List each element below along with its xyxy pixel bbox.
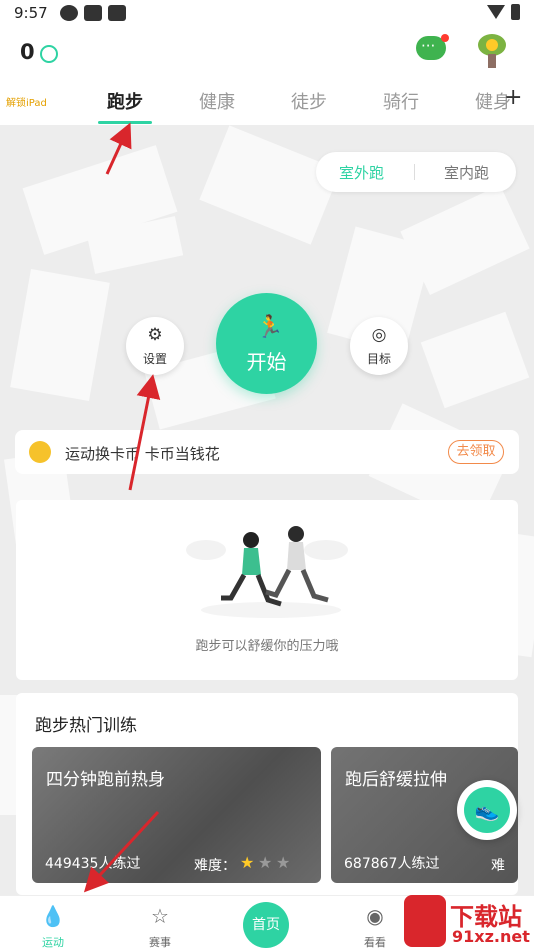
nav-sport[interactable]: 💧 运动: [23, 896, 83, 951]
site-watermark: 下载站 91xz.net: [404, 893, 534, 950]
card-count: 687867人练过: [344, 856, 440, 872]
app-notification-icon: [60, 5, 78, 21]
star-filled-icon: ★: [240, 853, 255, 872]
empty-state-card: 跑步可以舒缓你的压力哦: [16, 500, 518, 680]
start-button[interactable]: 🏃 开始: [216, 293, 317, 394]
run-mode-toggle: 室外跑 室内跑: [316, 152, 516, 192]
tab-running[interactable]: 跑步: [107, 88, 143, 114]
gear-icon: ⚙: [147, 325, 163, 345]
droplet-icon: 💧: [40, 904, 66, 928]
watermark-logo: [404, 895, 446, 947]
notification-dot: [441, 34, 449, 42]
hot-training-section: 跑步热门训练 四分钟跑前热身 449435人练过 难度： ★ ★ ★ 跑后舒缓拉…: [16, 693, 518, 895]
nav-events[interactable]: ☆ 赛事: [130, 896, 190, 951]
app-notification-icon: [84, 5, 102, 21]
card-title: 跑后舒缓拉伸: [345, 770, 447, 790]
runner-icon: 🏃: [256, 315, 284, 340]
view-icon: ◉: [366, 904, 384, 928]
card-title: 四分钟跑前热身: [46, 770, 165, 790]
nav-label: 运动: [42, 936, 64, 949]
section-title: 跑步热门训练: [35, 716, 137, 736]
status-time: 9:57: [14, 4, 48, 22]
status-notification-icons: [60, 5, 126, 21]
floating-shoe-button[interactable]: 👟: [457, 780, 517, 840]
coin-count[interactable]: 0: [20, 40, 35, 64]
status-system-icons: [487, 4, 520, 20]
training-card[interactable]: 四分钟跑前热身 449435人练过 难度： ★ ★ ★: [32, 747, 321, 883]
coin-icon[interactable]: [40, 45, 58, 63]
settings-button[interactable]: ⚙ 设置: [126, 317, 184, 375]
card-count: 449435人练过: [45, 856, 141, 872]
tab-cycling[interactable]: 骑行: [383, 88, 419, 114]
goal-label: 目标: [366, 352, 391, 366]
difficulty-label: 难: [491, 858, 505, 874]
tab-health[interactable]: 健康: [199, 88, 235, 114]
app-notification-icon: [108, 5, 126, 21]
coin-promo-bar[interactable]: 运动换卡币 卡币当钱花 去领取: [15, 430, 519, 474]
settings-label: 设置: [142, 352, 167, 366]
wifi-icon: [487, 5, 505, 19]
runners-illustration: [186, 526, 348, 618]
difficulty-label: 难度：: [194, 858, 236, 874]
empty-state-text: 跑步可以舒缓你的压力哦: [195, 639, 339, 654]
star-empty-icon: ★: [276, 853, 291, 872]
goal-button[interactable]: ◎ 目标: [350, 317, 408, 375]
claim-button[interactable]: 去领取: [448, 440, 504, 464]
promo-text: 运动换卡币 卡币当钱花: [65, 445, 220, 463]
nav-view[interactable]: ◉ 看看: [345, 896, 405, 951]
add-tab-button[interactable]: +: [504, 85, 522, 110]
badge-icon: ☆: [151, 904, 169, 928]
start-label: 开始: [246, 350, 287, 374]
sport-tabs: 解锁iPad 跑步 健康 徒步 骑行 健身 +: [0, 80, 534, 125]
watermark-url: 91xz.net: [452, 927, 530, 946]
shoe-icon: 👟: [464, 787, 510, 833]
nav-home[interactable]: 首页: [243, 902, 289, 948]
coin-icon: [29, 441, 51, 463]
mode-indoor[interactable]: 室内跑: [444, 162, 489, 183]
star-empty-icon: ★: [258, 853, 273, 872]
nav-label: 看看: [364, 936, 386, 949]
battery-icon: [511, 4, 520, 20]
money-tree-icon[interactable]: [476, 34, 508, 68]
mode-outdoor[interactable]: 室外跑: [339, 162, 384, 183]
active-tab-indicator: [98, 121, 152, 124]
target-icon: ◎: [371, 325, 387, 345]
status-bar: 9:57: [0, 0, 534, 28]
nav-label: 赛事: [149, 936, 171, 949]
ipad-promo-label[interactable]: 解锁iPad: [6, 94, 47, 109]
mode-divider: [414, 164, 415, 180]
top-bar: 0: [0, 28, 534, 80]
tab-hiking[interactable]: 徒步: [291, 88, 327, 114]
